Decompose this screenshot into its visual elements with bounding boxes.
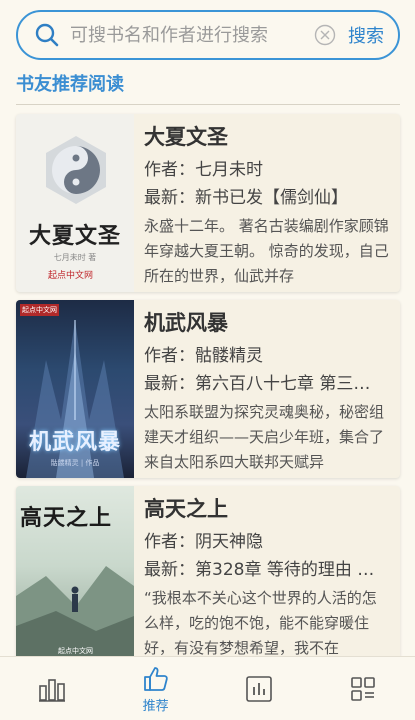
search-input[interactable] — [70, 24, 308, 46]
nav-ranking[interactable] — [208, 657, 312, 720]
book-title: 大夏文圣 — [144, 125, 228, 149]
search-button[interactable]: 搜索 — [348, 22, 384, 48]
ranking-icon — [246, 675, 273, 702]
nav-category[interactable] — [311, 657, 415, 720]
taiji-icon — [46, 136, 106, 204]
cover-title: 大夏文圣 — [28, 223, 121, 249]
book-info: 高天之上 作者：阴天神隐 最新：第328章 等待的理由 … “我根本不关心这个世… — [134, 486, 400, 664]
book-latest-chapter: 最新：第六百八十七章 第三… — [144, 374, 371, 394]
cover-tag: 起点中文网 — [20, 304, 59, 316]
book-info: 大夏文圣 作者：七月未时 最新：新书已发【儒剑仙】 永盛十二年。 著名古装编剧作… — [134, 114, 400, 292]
book-latest-chapter: 最新：第328章 等待的理由 … — [144, 560, 375, 580]
book-cover: 起点中文网 机武风暴 骷髅精灵 | 作品 — [16, 300, 134, 478]
book-card[interactable]: 大夏文圣 七月未时 著 起点中文网 大夏文圣 作者：七月未时 最新：新书已发【儒… — [16, 114, 400, 292]
cover-logo: 起点中文网 — [58, 647, 93, 655]
book-card[interactable]: 高天之上 起点中文网 高天之上 作者：阴天神隐 最新：第328章 等待的理由 …… — [16, 486, 400, 664]
nav-recommend-label: 推荐 — [142, 698, 169, 714]
cover-title: 高天之上 — [20, 505, 113, 531]
divider — [16, 104, 400, 105]
thumbs-up-icon — [143, 666, 168, 691]
book-latest-chapter: 最新：新书已发【儒剑仙】 — [144, 188, 348, 208]
book-cover: 高天之上 起点中文网 — [16, 486, 134, 664]
nav-bookshelf[interactable] — [0, 657, 104, 720]
book-title: 高天之上 — [144, 497, 228, 521]
book-description: 太阳系联盟为探究灵魂奥秘，秘密组建天才组织——天启少年班，集合了来自太阳系四大联… — [144, 403, 385, 471]
cover-title: 机武风暴 — [28, 430, 121, 455]
search-icon — [35, 23, 59, 47]
cover-logo: 起点中文网 — [48, 271, 94, 281]
book-description: “我根本不关心这个世界的人活的怎么样，吃的饱不饱，能不能穿暖住好，有没有梦想希望… — [144, 589, 377, 657]
book-info: 机武风暴 作者：骷髅精灵 最新：第六百八十七章 第三… 太阳系联盟为探究灵魂奥秘… — [134, 300, 400, 478]
search-bar: 搜索 — [16, 10, 400, 60]
section-title: 书友推荐阅读 — [16, 74, 124, 95]
book-author: 作者：七月未时 — [144, 160, 263, 180]
book-author: 作者：骷髅精灵 — [144, 346, 263, 366]
book-card[interactable]: 起点中文网 机武风暴 骷髅精灵 | 作品 机武风暴 作者：骷髅精灵 最新：第六百… — [16, 300, 400, 478]
cover-author: 骷髅精灵 | 作品 — [50, 459, 100, 467]
book-title: 机武风暴 — [144, 311, 228, 335]
bookshelf-icon — [38, 678, 65, 702]
book-author: 作者：阴天神隐 — [144, 532, 263, 552]
book-cover: 大夏文圣 七月未时 著 起点中文网 — [16, 114, 134, 292]
cover-author: 七月未时 著 — [53, 253, 97, 262]
nav-recommend[interactable]: 推荐 — [104, 657, 208, 720]
category-icon — [351, 676, 375, 701]
book-list: 大夏文圣 七月未时 著 起点中文网 大夏文圣 作者：七月未时 最新：新书已发【儒… — [16, 114, 400, 672]
clear-icon[interactable] — [314, 24, 336, 46]
bottom-nav: 推荐 — [0, 656, 415, 720]
book-description: 永盛十二年。 著名古装编剧作家顾锦年穿越大夏王朝。 惊奇的发现，自己所在的世界，… — [144, 217, 389, 285]
